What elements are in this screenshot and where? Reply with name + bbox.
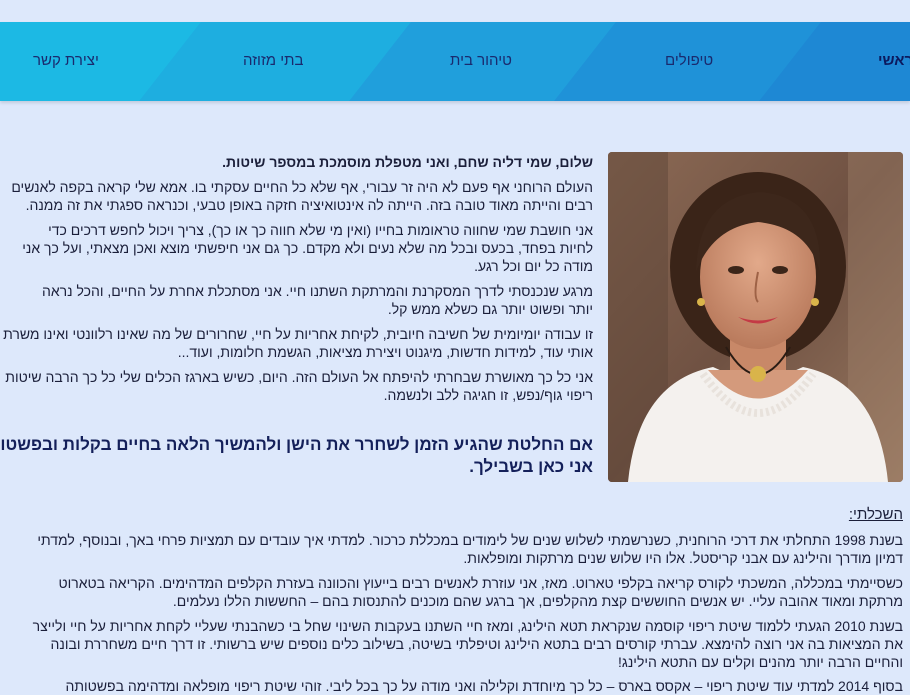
text-line: בשנת 1998 התחלתי את דרכי הרוחנית, כשנרשמ… [37, 532, 903, 548]
nav-item-treatments[interactable]: טיפולים [665, 52, 713, 69]
text-line: רבים והייתה מאוד טובה בזה. הייתה לה אינט… [25, 197, 593, 213]
text-line: מודה כל יום וכל רגע. [474, 258, 593, 274]
intro-paragraph-1: העולם הרוחני אף פעם לא היה זר עבורי, אף … [0, 178, 593, 214]
headline-line: אם החלטת שהגיע הזמן לשחרר את הישן ולהמשי… [0, 435, 593, 454]
text-line: אני כל כך מאושרת שבחרתי להיפתח אל העולם … [5, 369, 593, 385]
intro-greeting: שלום, שמי דליה שחם, ואני מטפלת מוסמכת במ… [222, 154, 593, 170]
text-line: לחיות בפחד, בכעס ובכל מה שלא נעים ולא מק… [22, 240, 593, 256]
text-line: זו עבודה יומיומית של חשיבה חיובית, לקיחת… [3, 326, 593, 342]
education-heading: השכלתי: [848, 506, 903, 523]
text-line: בסוף 2014 למדתי עוד שיטת ריפוי – אקסס בא… [65, 678, 904, 694]
text-line: יותר ופשוט יותר גם כשלא ממש קל. [387, 301, 593, 317]
text-line: בשנת 2010 הגעתי ללמוד שיטת ריפוי קוסמה ש… [32, 618, 903, 634]
education-paragraph-1: בשנת 1998 התחלתי את דרכי הרוחנית, כשנרשמ… [0, 531, 903, 567]
text-line: והחיים הרבה יותר מהנים וקלים עם התטא היל… [618, 654, 903, 670]
education-paragraph-3: בשנת 2010 הגעתי ללמוד שיטת ריפוי קוסמה ש… [0, 617, 903, 671]
intro-paragraph-5: אני כל כך מאושרת שבחרתי להיפתח אל העולם … [0, 368, 593, 404]
education-paragraph-2: כשסיימתי במכללה, המשכתי לקורס קריאה בקלפ… [0, 574, 903, 610]
text-line: העולם הרוחני אף פעם לא היה זר עבורי, אף … [11, 179, 593, 195]
nav-item-mezuzah-cases[interactable]: בתי מזוזה [243, 52, 304, 69]
nav-item-home[interactable]: ראשי [878, 52, 910, 69]
nav-item-house-cleansing[interactable]: טיהור בית [450, 52, 512, 69]
text-line: את המציאות בה אני רוצה להימצא. עברתי קור… [50, 636, 903, 652]
text-line: אני חושבת שמי שחווה טראומות בחייו (ואין … [48, 222, 593, 238]
text-line: אותי עוד, למידות חדשות, מיגנוט ויצירת מצ… [177, 344, 593, 360]
top-navbar: יצירת קשר בתי מזוזה טיהור בית טיפולים רא… [0, 22, 910, 101]
text-line: מרתקת ומאוד אהובה עליי. יש אנשים החוששים… [172, 593, 903, 609]
headline-line: אני כאן בשבילך. [469, 457, 593, 476]
text-line: דמיון מודרך והילינג עם אבני קריסטל. אלו … [463, 550, 903, 566]
intro-paragraph-4: זו עבודה יומיומית של חשיבה חיובית, לקיחת… [0, 325, 593, 361]
text-line: כשסיימתי במכללה, המשכתי לקורס קריאה בקלפ… [58, 575, 903, 591]
education-paragraph-4: בסוף 2014 למדתי עוד שיטת ריפוי – אקסס בא… [0, 677, 904, 695]
call-to-action-headline: אם החלטת שהגיע הזמן לשחרר את הישן ולהמשי… [0, 434, 593, 478]
intro-paragraph-2: אני חושבת שמי שחווה טראומות בחייו (ואין … [0, 221, 593, 275]
text-line: ריפוי גוף/נפש, זו חגיגה ללב ולנשמה. [383, 387, 593, 403]
portrait-illustration [608, 152, 903, 482]
text-line: מרגע שנכנסתי לדרך המסקרנת והמרתקת השתנו … [41, 283, 593, 299]
portrait-photo [608, 152, 903, 482]
nav-item-contact[interactable]: יצירת קשר [33, 52, 99, 69]
intro-paragraph-3: מרגע שנכנסתי לדרך המסקרנת והמרתקת השתנו … [0, 282, 593, 318]
